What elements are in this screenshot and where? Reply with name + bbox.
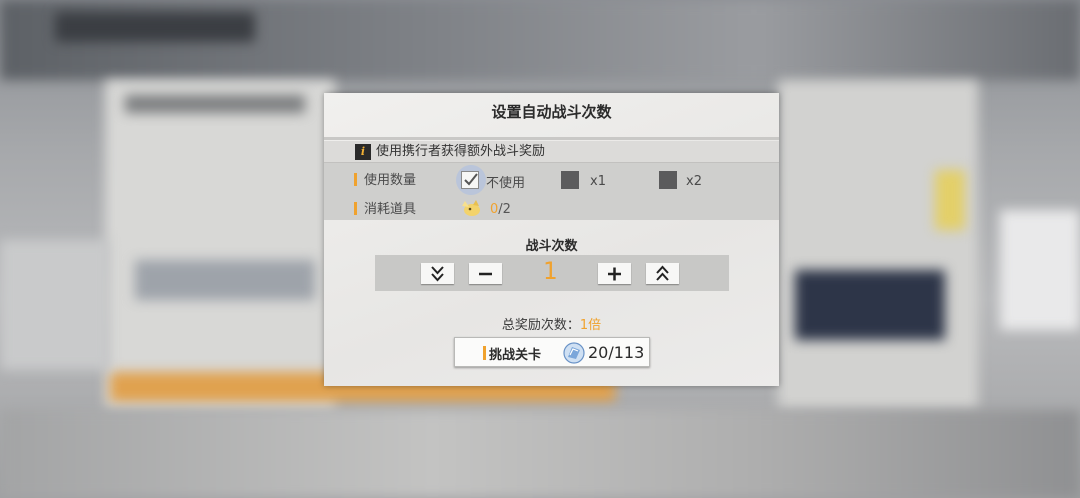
info-icon: i	[355, 144, 371, 160]
total-reward-label: 总奖励次数：	[501, 318, 580, 333]
auto-battle-dialog: 设置自动战斗次数 i 使用携行者获得额外战斗奖励 使用数量 不使用 x1 x2 …	[324, 93, 779, 386]
background-right-dark-block	[795, 270, 945, 340]
title-divider	[324, 137, 779, 140]
accent-bar	[483, 346, 486, 360]
consume-item-label: 消耗道具	[354, 202, 416, 218]
consume-item-text: 消耗道具	[364, 202, 417, 217]
checkmark-icon	[464, 173, 478, 186]
option-x2-label: x2	[686, 174, 702, 189]
checkbox-none[interactable]	[461, 171, 479, 189]
accent-bar	[354, 202, 357, 215]
double-chevron-down-icon	[431, 266, 444, 282]
background-right-yellow-marker	[935, 170, 965, 230]
minus-icon	[479, 272, 492, 276]
background-left-panel-image	[135, 260, 315, 300]
stamina-value: 20/113	[588, 343, 645, 362]
background-header-pill	[55, 12, 255, 42]
challenge-stage-button[interactable]: 挑战关卡 20/113	[454, 337, 650, 367]
background-right-panel	[778, 80, 978, 410]
battle-count-title: 战斗次数	[525, 239, 578, 254]
battle-count-stepper: 1	[375, 255, 729, 291]
decrease-max-button[interactable]	[421, 263, 454, 284]
carrier-item-icon	[462, 200, 480, 216]
dialog-title: 设置自动战斗次数	[491, 103, 612, 121]
option-x1-label: x1	[590, 174, 606, 189]
checkbox-x1[interactable]	[561, 171, 579, 189]
total-reward-row: 总奖励次数：1倍	[324, 314, 779, 333]
checkbox-x2[interactable]	[659, 171, 677, 189]
background-left-panel-header	[125, 95, 305, 113]
decrease-button[interactable]	[469, 263, 502, 284]
stamina-icon	[563, 342, 585, 364]
option-none-label: 不使用	[486, 176, 526, 191]
carrier-options-section: i 使用携行者获得额外战斗奖励 使用数量 不使用 x1 x2 消耗道具 0/2	[324, 141, 779, 220]
background-bottom	[0, 410, 1080, 498]
consume-count: 0/2	[490, 202, 511, 218]
battle-count-value[interactable]: 1	[525, 257, 575, 285]
challenge-stage-label: 挑战关卡	[489, 348, 542, 363]
background-left-edge	[0, 240, 110, 370]
consume-total: /2	[498, 202, 511, 217]
usage-count-text: 使用数量	[364, 173, 417, 188]
usage-count-label: 使用数量	[354, 173, 416, 189]
increase-button[interactable]	[598, 263, 631, 284]
increase-max-button[interactable]	[646, 263, 679, 284]
total-reward-multiplier: 1倍	[579, 318, 602, 333]
double-chevron-up-icon	[656, 265, 669, 281]
background-left-panel	[105, 80, 335, 410]
accent-bar	[354, 173, 357, 186]
info-text: 使用携行者获得额外战斗奖励	[376, 144, 546, 159]
background-far-right-panel	[1000, 210, 1080, 330]
info-row: i 使用携行者获得额外战斗奖励	[324, 141, 779, 163]
plus-icon	[608, 267, 621, 281]
